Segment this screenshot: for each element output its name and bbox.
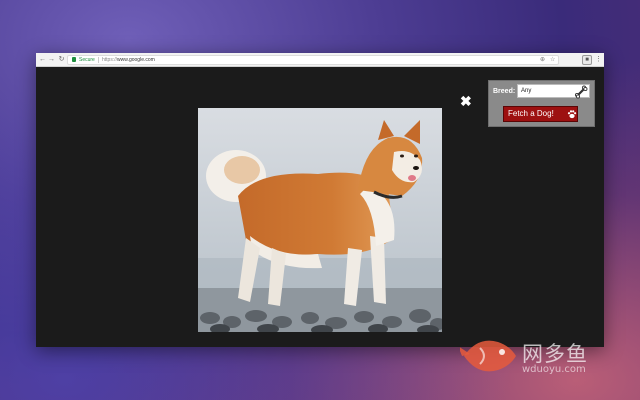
page-content: ✖ Breed: Any Fetch a Dog! (36, 67, 604, 347)
dog-photo (198, 108, 442, 332)
menu-icon[interactable]: ⋮ (595, 55, 602, 65)
reload-icon[interactable]: ↻ (57, 55, 66, 64)
close-overlay-button[interactable]: ✖ (460, 94, 472, 108)
breed-value: Any (521, 88, 532, 94)
url-host: www.google.com (117, 57, 155, 63)
back-arrow-icon[interactable]: ← (38, 55, 47, 64)
forward-arrow-icon[interactable]: → (47, 55, 56, 64)
dog-image-svg (198, 108, 442, 332)
extension-icon[interactable]: ■ (582, 55, 592, 65)
breed-label: Breed: (493, 88, 516, 95)
address-bar[interactable]: Secure https://www.google.com ⊕ ☆ (67, 55, 559, 65)
star-icon[interactable]: ☆ (550, 57, 555, 64)
paw-icon (567, 110, 577, 119)
extension-popup: Breed: Any Fetch a Dog! (488, 80, 595, 127)
browser-window: ← → ↻ Secure https://www.google.com ⊕ ☆ … (36, 53, 604, 347)
bone-icon (574, 85, 588, 99)
secure-label: Secure (79, 57, 95, 63)
breed-select[interactable]: Any (517, 84, 590, 99)
zoom-icon[interactable]: ⊕ (540, 57, 545, 64)
browser-toolbar: ← → ↻ Secure https://www.google.com ⊕ ☆ … (36, 53, 604, 67)
lock-icon (72, 57, 76, 62)
url-separator (98, 57, 99, 63)
url-scheme: https:// (102, 57, 118, 63)
watermark-fish-logo (460, 340, 516, 372)
fetch-dog-button[interactable]: Fetch a Dog! (503, 106, 578, 122)
watermark-subtitle: wduoyu.com (522, 364, 586, 375)
fetch-dog-label: Fetch a Dog! (508, 109, 554, 118)
url-text: https://www.google.com (102, 57, 155, 64)
